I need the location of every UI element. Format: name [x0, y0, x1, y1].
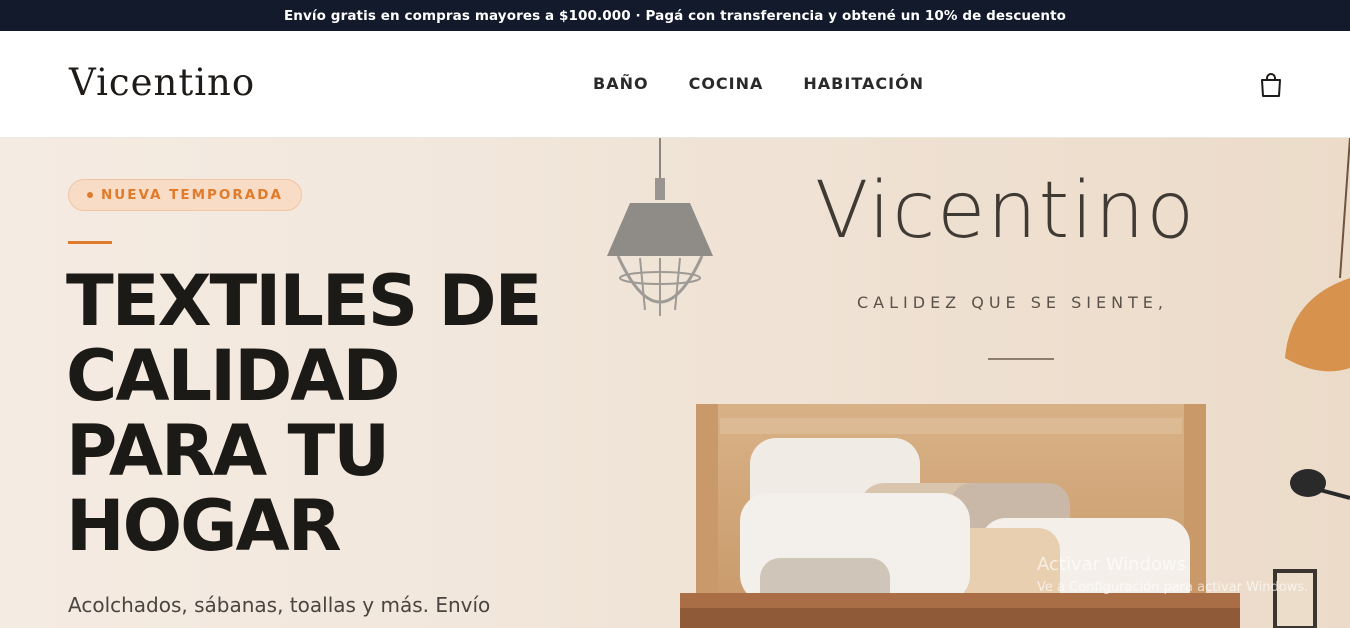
- headline-line-3: PARA TU: [66, 410, 390, 492]
- windows-activation-text: Ve a Configuración para activar Windows.: [1037, 580, 1309, 595]
- image-divider: [988, 358, 1054, 360]
- hero-subtext: Acolchados, sábanas, toallas y más. Enví…: [68, 593, 491, 617]
- headline-line-2: CALIDAD: [66, 335, 401, 417]
- hero-banner: NUEVA TEMPORADA TEXTILES DE CALIDAD PARA…: [0, 138, 1350, 628]
- nav-item-habitacion[interactable]: HABITACIÓN: [803, 74, 924, 93]
- site-header: Vicentino BAÑO COCINA HABITACIÓN: [0, 31, 1350, 138]
- season-badge: NUEVA TEMPORADA: [68, 179, 302, 211]
- headline-line-4: HOGAR: [66, 485, 342, 567]
- announcement-bar: Envío gratis en compras mayores a $100.0…: [0, 0, 1350, 31]
- shopping-bag-icon[interactable]: [1258, 71, 1284, 99]
- nav-item-cocina[interactable]: COCINA: [689, 74, 764, 93]
- headline-line-1: TEXTILES DE: [66, 260, 542, 342]
- image-tagline: CALIDEZ QUE SE SIENTE,: [857, 293, 1168, 312]
- badge-dot-icon: [87, 192, 93, 198]
- main-nav: BAÑO COCINA HABITACIÓN: [593, 74, 924, 93]
- badge-label: NUEVA TEMPORADA: [101, 187, 283, 203]
- site-logo[interactable]: Vicentino: [69, 64, 255, 101]
- announcement-text: Envío gratis en compras mayores a $100.0…: [283, 7, 1067, 24]
- image-brand-wordmark: Vicentino: [815, 166, 1197, 256]
- accent-rule: [68, 241, 112, 244]
- windows-activation-title: Activar Windows: [1037, 554, 1187, 575]
- hero-headline: TEXTILES DE CALIDAD PARA TU HOGAR: [66, 264, 586, 564]
- nav-item-bano[interactable]: BAÑO: [593, 74, 649, 93]
